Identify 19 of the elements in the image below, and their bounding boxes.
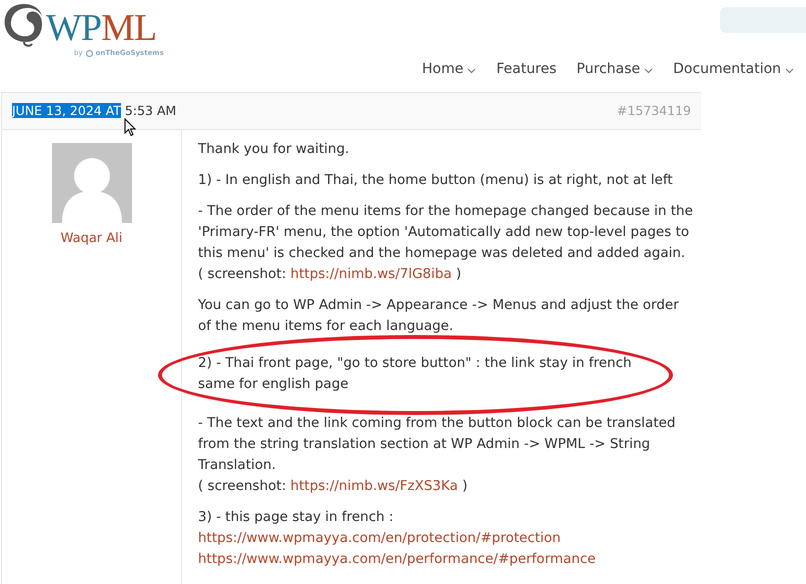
link[interactable]: https://nimb.ws/7lG8iba: [290, 266, 452, 282]
post-paragraph: 2) - Thai front page, "go to store button" : the link stay in french same for english page: [198, 354, 633, 394]
post-paragraph: Thank you for waiting.: [198, 140, 350, 159]
link[interactable]: https://www.wpmayya.com/en/performance/#performance: [198, 551, 596, 567]
logo-wordmark: WPML: [46, 8, 156, 48]
post-paragraph: You can go to WP Admin -> Appearance -> Menus and adjust the order of the menu items for each language.: [198, 296, 680, 336]
link[interactable]: https://nimb.ws/FzXS3Ka: [290, 478, 458, 494]
nav-link[interactable]: Home: [422, 59, 476, 80]
post-paragraph: 3) - this page stay in french : https://www.wpmayya.com/en/protection/#protection https://www.wpmayya.com/en/performance/#performance: [198, 508, 597, 569]
link[interactable]: https://www.wpmayya.com/en/protection/#protection: [198, 530, 561, 546]
post-paragraph: - The order of the menu items for the homepage changed because in the 'Primary-FR' menu, the option 'Automatically add new top-level pages to this menu' is checked and the homepage was deleted and added again. ( screenshot: https://nimb.ws/7lG8iba ): [198, 202, 693, 284]
post-paragraph: - The text and the link coming from the button block can be translated from the string translation section at WP Admin -> WPML -> String Translation. ( screenshot: https://nimb.ws/FzXS3Ka ): [198, 414, 676, 496]
post-paragraph: 1) - In english and Thai, the home button (menu) is at right, not at left: [198, 171, 674, 190]
author-name[interactable]: Waqar Ali: [60, 229, 122, 248]
nav-link[interactable]: Features: [496, 59, 557, 80]
nav-link[interactable]: Purchase: [576, 59, 654, 80]
nav-link[interactable]: Documentation: [673, 59, 794, 80]
company-logo-icon: [86, 50, 93, 57]
post-date: JUNE 13, 2024 AT 5:53 AM: [12, 102, 176, 120]
